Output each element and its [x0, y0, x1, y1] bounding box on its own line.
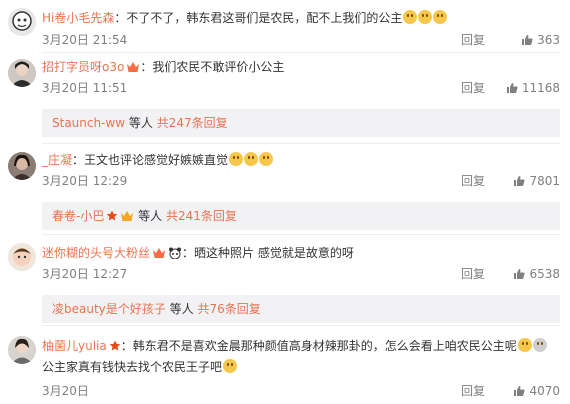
- reply-button[interactable]: 回复: [461, 173, 485, 189]
- comment-line: 柚菌儿yulia ：韩东君不是喜欢金晨那种颜值高身材辣那卦的，怎么会看上咱农民公主…: [42, 338, 560, 356]
- thumbs-up-icon: [513, 385, 526, 401]
- thumbs-up-icon: [521, 34, 533, 50]
- comment-meta: 3月20日 11:51 回复 11168: [42, 80, 560, 96]
- colon: ：: [72, 153, 85, 167]
- vip-badge-icon: [152, 247, 166, 263]
- reply-suffix: 等人: [138, 209, 163, 223]
- comment-date: 3月20日 12:27: [42, 267, 128, 281]
- like-count: 11168: [521, 81, 560, 95]
- replies-summary[interactable]: 春卷-小巴 等人 共241条回复: [42, 202, 560, 230]
- reply-count-link[interactable]: 共247条回复: [157, 116, 228, 130]
- like-button[interactable]: 11168: [506, 80, 560, 98]
- comment-username[interactable]: 柚菌儿yulia: [42, 339, 107, 353]
- like-button[interactable]: 363: [521, 32, 560, 50]
- avatar[interactable]: [8, 152, 36, 180]
- comment-item: 迷你糊的头号大粉丝 ：晒这种照片 感觉就是故意的呀 3月20日 12:27 回复 …: [0, 235, 570, 323]
- avatar[interactable]: [8, 336, 36, 364]
- replies-summary[interactable]: Staunch-ww 等人 共247条回复: [42, 109, 560, 137]
- comment-username[interactable]: 招打字员呀o3o: [42, 60, 124, 74]
- like-button[interactable]: 6538: [513, 266, 560, 284]
- cat-emoji-icon: [259, 152, 274, 166]
- comment-text: 我们农民不敢评价小公主: [152, 60, 285, 74]
- like-count: 7801: [529, 174, 560, 188]
- comment-username[interactable]: Hi卷小毛先森: [42, 11, 114, 25]
- comment-text: 晒这种照片 感觉就是故意的呀: [194, 246, 354, 260]
- smile-emoji-icon: [223, 359, 238, 373]
- comment-text: 韩东君不是喜欢金晨那种颜值高身材辣那卦的，怎么会看上咱农民公主呢: [132, 339, 517, 353]
- vip-badge-icon: [120, 204, 134, 232]
- colon: ：: [140, 60, 153, 74]
- emoji-icon: [433, 10, 448, 24]
- like-count: 363: [537, 33, 560, 47]
- comment-item: Hi卷小毛先森：不了不了，韩东君这哥们是农民，配不上我们的公主 3月20日 21…: [0, 0, 570, 50]
- avatar[interactable]: [8, 59, 36, 87]
- laugh-cry-emoji-icon: [229, 152, 244, 166]
- reply-count-link[interactable]: 共76条回复: [197, 302, 260, 316]
- skull-emoji-icon: [532, 338, 547, 352]
- colon: ：: [120, 339, 133, 353]
- comment-meta: 3月20日 回复 4070: [42, 383, 560, 399]
- thumbs-up-icon: [506, 82, 518, 98]
- comment-text: 王文也评论感觉好嫉嫉直觉: [84, 153, 229, 167]
- like-count: 6538: [529, 267, 560, 281]
- comment-line: 招打字员呀o3o ：我们农民不敢评价小公主: [42, 59, 560, 77]
- comment-date: 3月20日 11:51: [42, 81, 128, 95]
- like-button[interactable]: 4070: [513, 383, 560, 401]
- comment-text-continued: 公主家真有钱快去找个农民王子吧: [42, 360, 223, 374]
- comment-date: 3月20日 21:54: [42, 33, 128, 47]
- like-button[interactable]: 7801: [513, 173, 560, 191]
- reply-username[interactable]: 春卷-小巴: [52, 209, 104, 223]
- comment-meta: 3月20日 12:27 回复 6538: [42, 266, 560, 282]
- reply-count-link[interactable]: 共241条回复: [166, 209, 237, 223]
- comment-username[interactable]: _庄凝: [42, 153, 72, 167]
- reply-suffix: 等人: [128, 116, 153, 130]
- reply-username[interactable]: 凌beauty是个好孩子: [52, 302, 166, 316]
- reply-username[interactable]: Staunch-ww: [52, 116, 125, 130]
- reply-button[interactable]: 回复: [461, 383, 485, 399]
- comment-item: 柚菌儿yulia ：韩东君不是喜欢金晨那种颜值高身材辣那卦的，怎么会看上咱农民公主…: [0, 326, 570, 404]
- comment-username[interactable]: 迷你糊的头号大粉丝: [42, 246, 150, 260]
- emoji-icon: [403, 10, 418, 24]
- comment-item: 招打字员呀o3o ：我们农民不敢评价小公主 3月20日 11:51 回复 1116…: [0, 53, 570, 141]
- star-badge-icon: [106, 204, 118, 232]
- like-count: 4070: [529, 384, 560, 398]
- comment-line: _庄凝：王文也评论感觉好嫉嫉直觉: [42, 152, 560, 168]
- crying-emoji-icon: [517, 338, 532, 352]
- comment-line: Hi卷小毛先森：不了不了，韩东君这哥们是农民，配不上我们的公主: [42, 10, 560, 26]
- reply-suffix: 等人: [169, 302, 194, 316]
- colon: ：: [114, 11, 127, 25]
- reply-button[interactable]: 回复: [461, 32, 485, 48]
- comment-meta: 3月20日 12:29 回复 7801: [42, 173, 560, 189]
- comment-date: 3月20日: [42, 384, 89, 398]
- thumbs-up-icon: [513, 268, 526, 284]
- thumbs-up-icon: [513, 175, 526, 191]
- emoji-icon: [418, 10, 433, 24]
- replies-summary[interactable]: 凌beauty是个好孩子 等人 共76条回复: [42, 295, 560, 323]
- star-badge-icon: [109, 340, 121, 356]
- comment-item: _庄凝：王文也评论感觉好嫉嫉直觉 3月20日 12:29 回复 7801 春卷-…: [0, 144, 570, 232]
- comment-line: 迷你糊的头号大粉丝 ：晒这种照片 感觉就是故意的呀: [42, 245, 560, 263]
- comment-meta: 3月20日 21:54 回复 363: [42, 32, 560, 48]
- laugh-cry-emoji-icon: [244, 152, 259, 166]
- reply-button[interactable]: 回复: [461, 266, 485, 282]
- avatar[interactable]: [8, 8, 36, 36]
- avatar[interactable]: [8, 243, 36, 271]
- comment-line-2: 公主家真有钱快去找个农民王子吧: [42, 359, 560, 375]
- reply-button[interactable]: 回复: [461, 80, 485, 96]
- vip-badge-icon: [126, 61, 140, 77]
- panda-emoji-icon: [168, 247, 182, 263]
- colon: ：: [182, 246, 195, 260]
- comment-date: 3月20日 12:29: [42, 174, 128, 188]
- comment-text: 不了不了，韩东君这哥们是农民，配不上我们的公主: [126, 11, 403, 25]
